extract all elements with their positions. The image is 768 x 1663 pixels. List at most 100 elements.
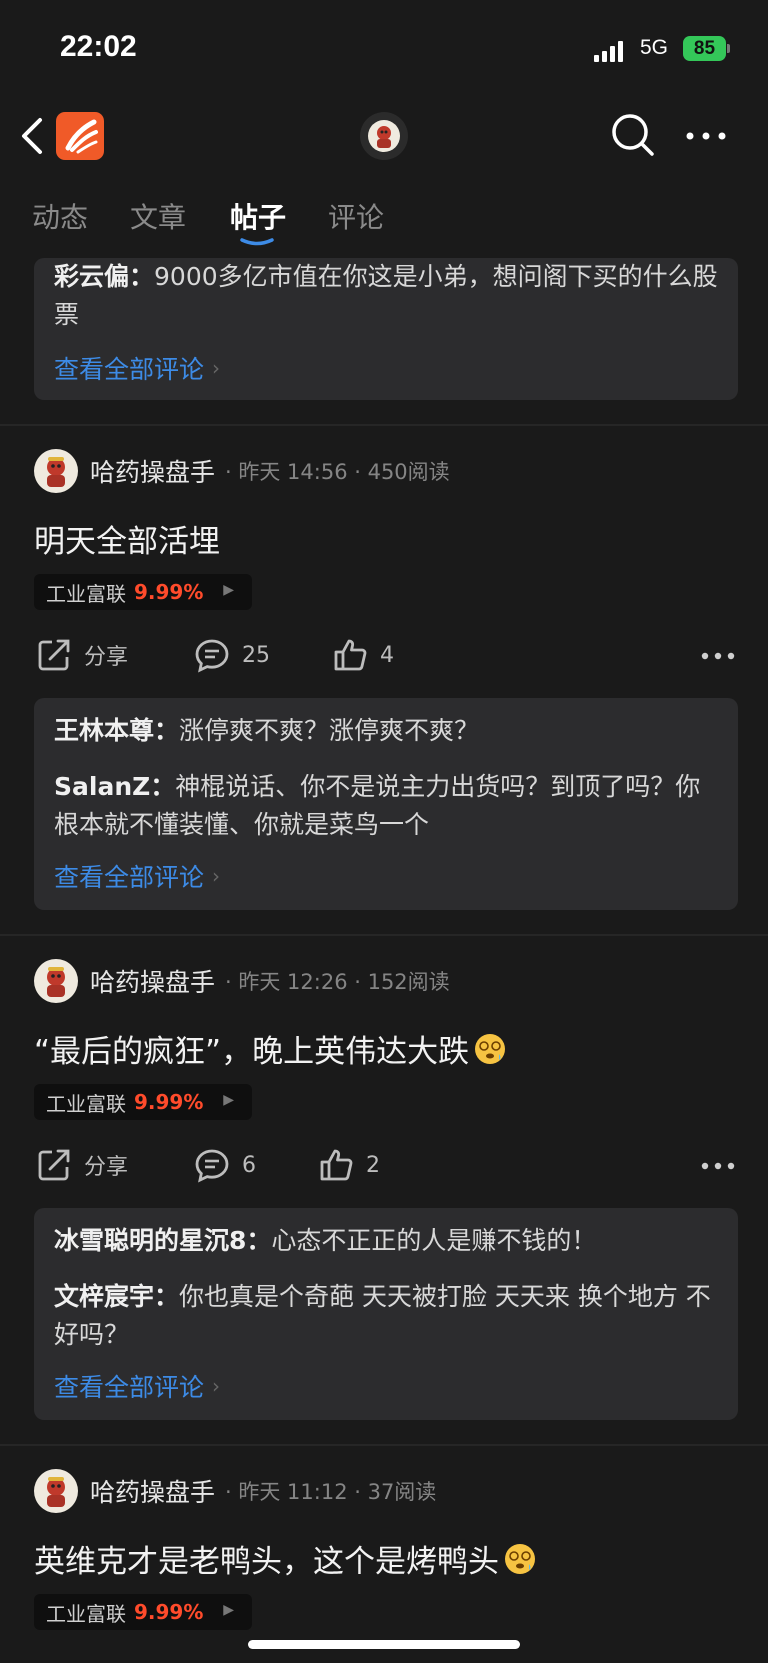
post-header: 哈药操盘手 · 昨天 14:56 · 450阅读: [34, 448, 450, 494]
share-button[interactable]: 分享: [36, 637, 128, 673]
comment-line: 冰雪聪明的星沉8：心态不正正的人是赚不钱的！: [54, 1222, 718, 1260]
active-tab-indicator: [240, 238, 274, 246]
tab-articles[interactable]: 文章: [130, 196, 186, 236]
stock-name: 工业富联: [46, 581, 126, 606]
thumbs-up-icon: [334, 639, 367, 671]
post-divider: [0, 934, 768, 936]
comment-button[interactable]: 25: [194, 637, 270, 673]
comment-preview-box: 王林本尊：涨停爽不爽？涨停爽不爽？ SalanZ：神棍说话、你不是说主力出货吗？…: [34, 698, 738, 910]
stock-change: 9.99%: [134, 1090, 204, 1114]
app-logo-icon[interactable]: [56, 112, 104, 160]
post-actions: 分享 6 2: [0, 1144, 768, 1194]
comment-text: 9000多亿市值在你这是小弟，想问阁下买的什么股票: [54, 262, 718, 329]
like-count: 2: [366, 1152, 380, 1178]
play-arrow-icon: ▶: [223, 1092, 234, 1108]
comment-line: 彩云偏：9000多亿市值在你这是小弟，想问阁下买的什么股票: [54, 258, 718, 334]
share-label: 分享: [84, 645, 129, 670]
post-header: 哈药操盘手 · 昨天 12:26 · 152阅读: [34, 958, 450, 1004]
stock-change: 9.99%: [134, 580, 204, 604]
post-title[interactable]: 明天全部活埋: [34, 516, 220, 561]
post-actions: 分享 25 4: [0, 634, 768, 684]
comment-icon: [195, 639, 229, 673]
author-avatar-icon[interactable]: [34, 1469, 78, 1513]
stock-tag[interactable]: 工业富联 9.99% ▶: [34, 1084, 252, 1120]
stock-name: 工业富联: [46, 1601, 126, 1626]
comment-line: 王林本尊：涨停爽不爽？涨停爽不爽？: [54, 712, 718, 750]
share-button[interactable]: 分享: [36, 1147, 128, 1183]
battery-icon: 85: [683, 36, 726, 61]
post-title-text: “最后的疯狂”，晚上英伟达大跌: [34, 1034, 470, 1070]
tab-posts[interactable]: 帖子: [230, 196, 286, 236]
comment-preview-box: 冰雪聪明的星沉8：心态不正正的人是赚不钱的！ 文梓宸宇：你也真是个奇葩 天天被打…: [34, 1208, 738, 1420]
like-count: 4: [380, 642, 394, 668]
post-meta: · 昨天 14:56 · 450阅读: [225, 460, 450, 484]
comment-text: 涨停爽不爽？涨停爽不爽？: [179, 716, 480, 745]
back-arrow-icon[interactable]: [18, 116, 48, 156]
comment-text: 心态不正正的人是赚不钱的！: [271, 1226, 597, 1255]
post-meta: · 昨天 11:12 · 37阅读: [225, 1480, 437, 1504]
post-meta: · 昨天 12:26 · 152阅读: [225, 970, 450, 994]
comment-user[interactable]: 文梓宸宇：: [54, 1282, 179, 1311]
network-label: 5G: [640, 36, 669, 59]
comment-count: 6: [242, 1152, 256, 1178]
stock-name: 工业富联: [46, 1091, 126, 1116]
like-button[interactable]: 4: [332, 637, 394, 673]
share-icon: [38, 1149, 70, 1181]
post-divider: [0, 424, 768, 426]
status-bar: 22:02 5G 85: [0, 0, 768, 100]
comment-button[interactable]: 6: [194, 1147, 256, 1183]
dizzy-face-emoji-icon: [475, 1033, 506, 1064]
battery-level: 85: [693, 37, 716, 59]
home-indicator[interactable]: [248, 1640, 520, 1649]
status-time: 22:02: [60, 30, 137, 63]
comment-user[interactable]: 冰雪聪明的星沉8：: [54, 1226, 271, 1255]
comment-line: 文梓宸宇：你也真是个奇葩 天天被打脸 天天来 换个地方 不好吗？: [54, 1278, 718, 1354]
view-all-comments-link[interactable]: 查看全部评论 ›: [54, 858, 220, 894]
play-arrow-icon: ▶: [223, 1602, 234, 1618]
post-title-text: 英维克才是老鸭头，这个是烤鸭头: [34, 1544, 499, 1580]
post-more-icon[interactable]: [700, 1160, 736, 1172]
stock-change: 9.99%: [134, 1600, 204, 1624]
post-author[interactable]: 哈药操盘手: [90, 1473, 215, 1509]
chevron-right-icon: ›: [212, 356, 221, 380]
view-all-comments-link[interactable]: 查看全部评论 ›: [54, 1368, 220, 1404]
play-arrow-icon: ▶: [223, 582, 234, 598]
view-all-label: 查看全部评论: [54, 1373, 205, 1402]
comment-user[interactable]: SalanZ：: [54, 772, 175, 801]
view-all-label: 查看全部评论: [54, 863, 205, 892]
post-header: 哈药操盘手 · 昨天 11:12 · 37阅读: [34, 1468, 436, 1514]
user-avatar-icon[interactable]: [360, 112, 408, 160]
top-nav-bar: [0, 100, 768, 180]
dizzy-face-emoji-icon: [505, 1543, 535, 1574]
share-label: 分享: [84, 1155, 129, 1180]
signal-icon: [594, 40, 626, 62]
chevron-right-icon: ›: [212, 1374, 221, 1398]
post-title-text: 明天全部活埋: [34, 524, 220, 560]
post-divider: [0, 1444, 768, 1446]
comment-icon: [195, 1149, 229, 1183]
chevron-right-icon: ›: [212, 864, 221, 888]
post-more-icon[interactable]: [700, 650, 736, 662]
comment-user[interactable]: 王林本尊：: [54, 716, 179, 745]
more-options-icon[interactable]: [684, 124, 728, 148]
comment-count: 25: [242, 642, 270, 668]
comment-preview-box: 彩云偏：9000多亿市值在你这是小弟，想问阁下买的什么股票 查看全部评论 ›: [34, 258, 738, 400]
tab-dynamics[interactable]: 动态: [32, 196, 88, 236]
stock-tag[interactable]: 工业富联 9.99% ▶: [34, 1594, 252, 1630]
comment-line: SalanZ：神棍说话、你不是说主力出货吗？到顶了吗？你根本就不懂装懂、你就是菜…: [54, 768, 718, 844]
search-icon[interactable]: [610, 112, 656, 158]
post-title[interactable]: 英维克才是老鸭头，这个是烤鸭头: [34, 1536, 537, 1581]
author-avatar-icon[interactable]: [34, 959, 78, 1003]
comment-user[interactable]: 彩云偏：: [54, 262, 154, 291]
like-button[interactable]: 2: [318, 1147, 380, 1183]
thumbs-up-icon: [320, 1149, 353, 1181]
view-all-comments-link[interactable]: 查看全部评论 ›: [54, 350, 220, 386]
post-title[interactable]: “最后的疯狂”，晚上英伟达大跌: [34, 1026, 507, 1071]
tab-comments[interactable]: 评论: [328, 196, 384, 236]
stock-tag[interactable]: 工业富联 9.99% ▶: [34, 574, 252, 610]
post-author[interactable]: 哈药操盘手: [90, 963, 215, 999]
post-author[interactable]: 哈药操盘手: [90, 453, 215, 489]
battery-cap: [727, 44, 730, 53]
share-icon: [38, 639, 70, 671]
author-avatar-icon[interactable]: [34, 449, 78, 493]
